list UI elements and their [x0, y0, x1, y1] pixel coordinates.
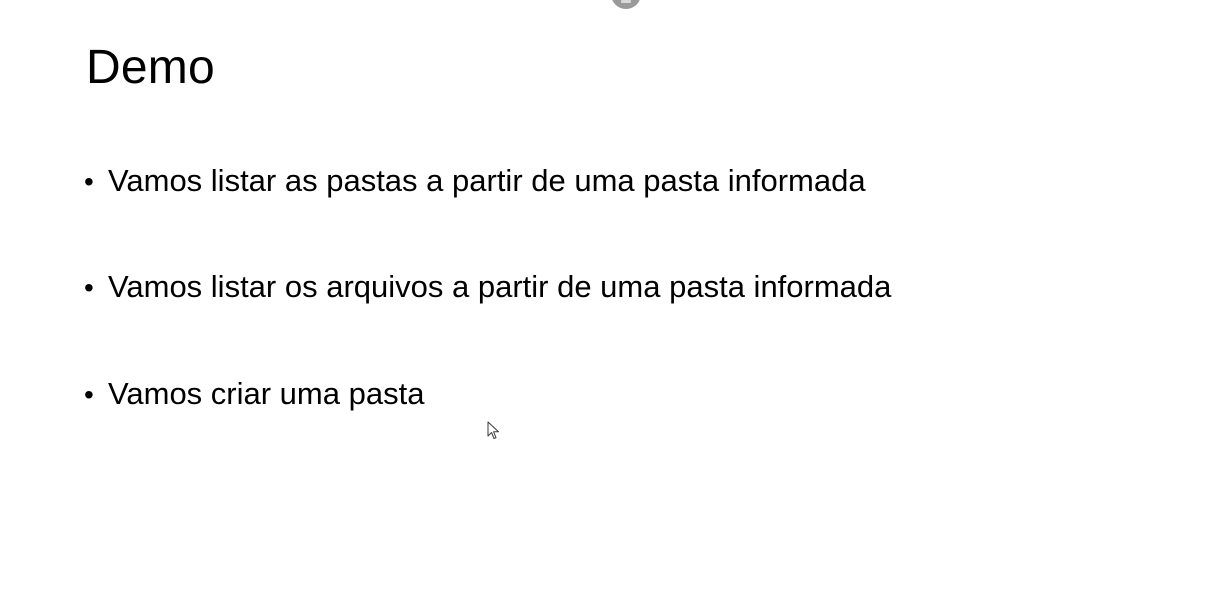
presentation-slide: Demo • Vamos listar as pastas a partir d…: [0, 0, 1217, 595]
presenter-toolbar-handle-icon[interactable]: [611, 0, 641, 9]
bullet-item: • Vamos listar as pastas a partir de uma…: [84, 162, 866, 199]
mouse-pointer-icon: [487, 421, 499, 439]
bullet-item: • Vamos criar uma pasta: [84, 375, 424, 412]
bullet-item: • Vamos listar os arquivos a partir de u…: [84, 268, 891, 305]
bullet-glyph: •: [84, 379, 94, 410]
bullet-text: Vamos criar uma pasta: [108, 376, 425, 411]
bullet-glyph: •: [84, 166, 94, 197]
bullet-glyph: •: [84, 272, 94, 303]
slide-title: Demo: [86, 41, 215, 94]
bullet-text: Vamos listar os arquivos a partir de uma…: [108, 269, 892, 304]
bullet-text: Vamos listar as pastas a partir de uma p…: [108, 163, 866, 198]
